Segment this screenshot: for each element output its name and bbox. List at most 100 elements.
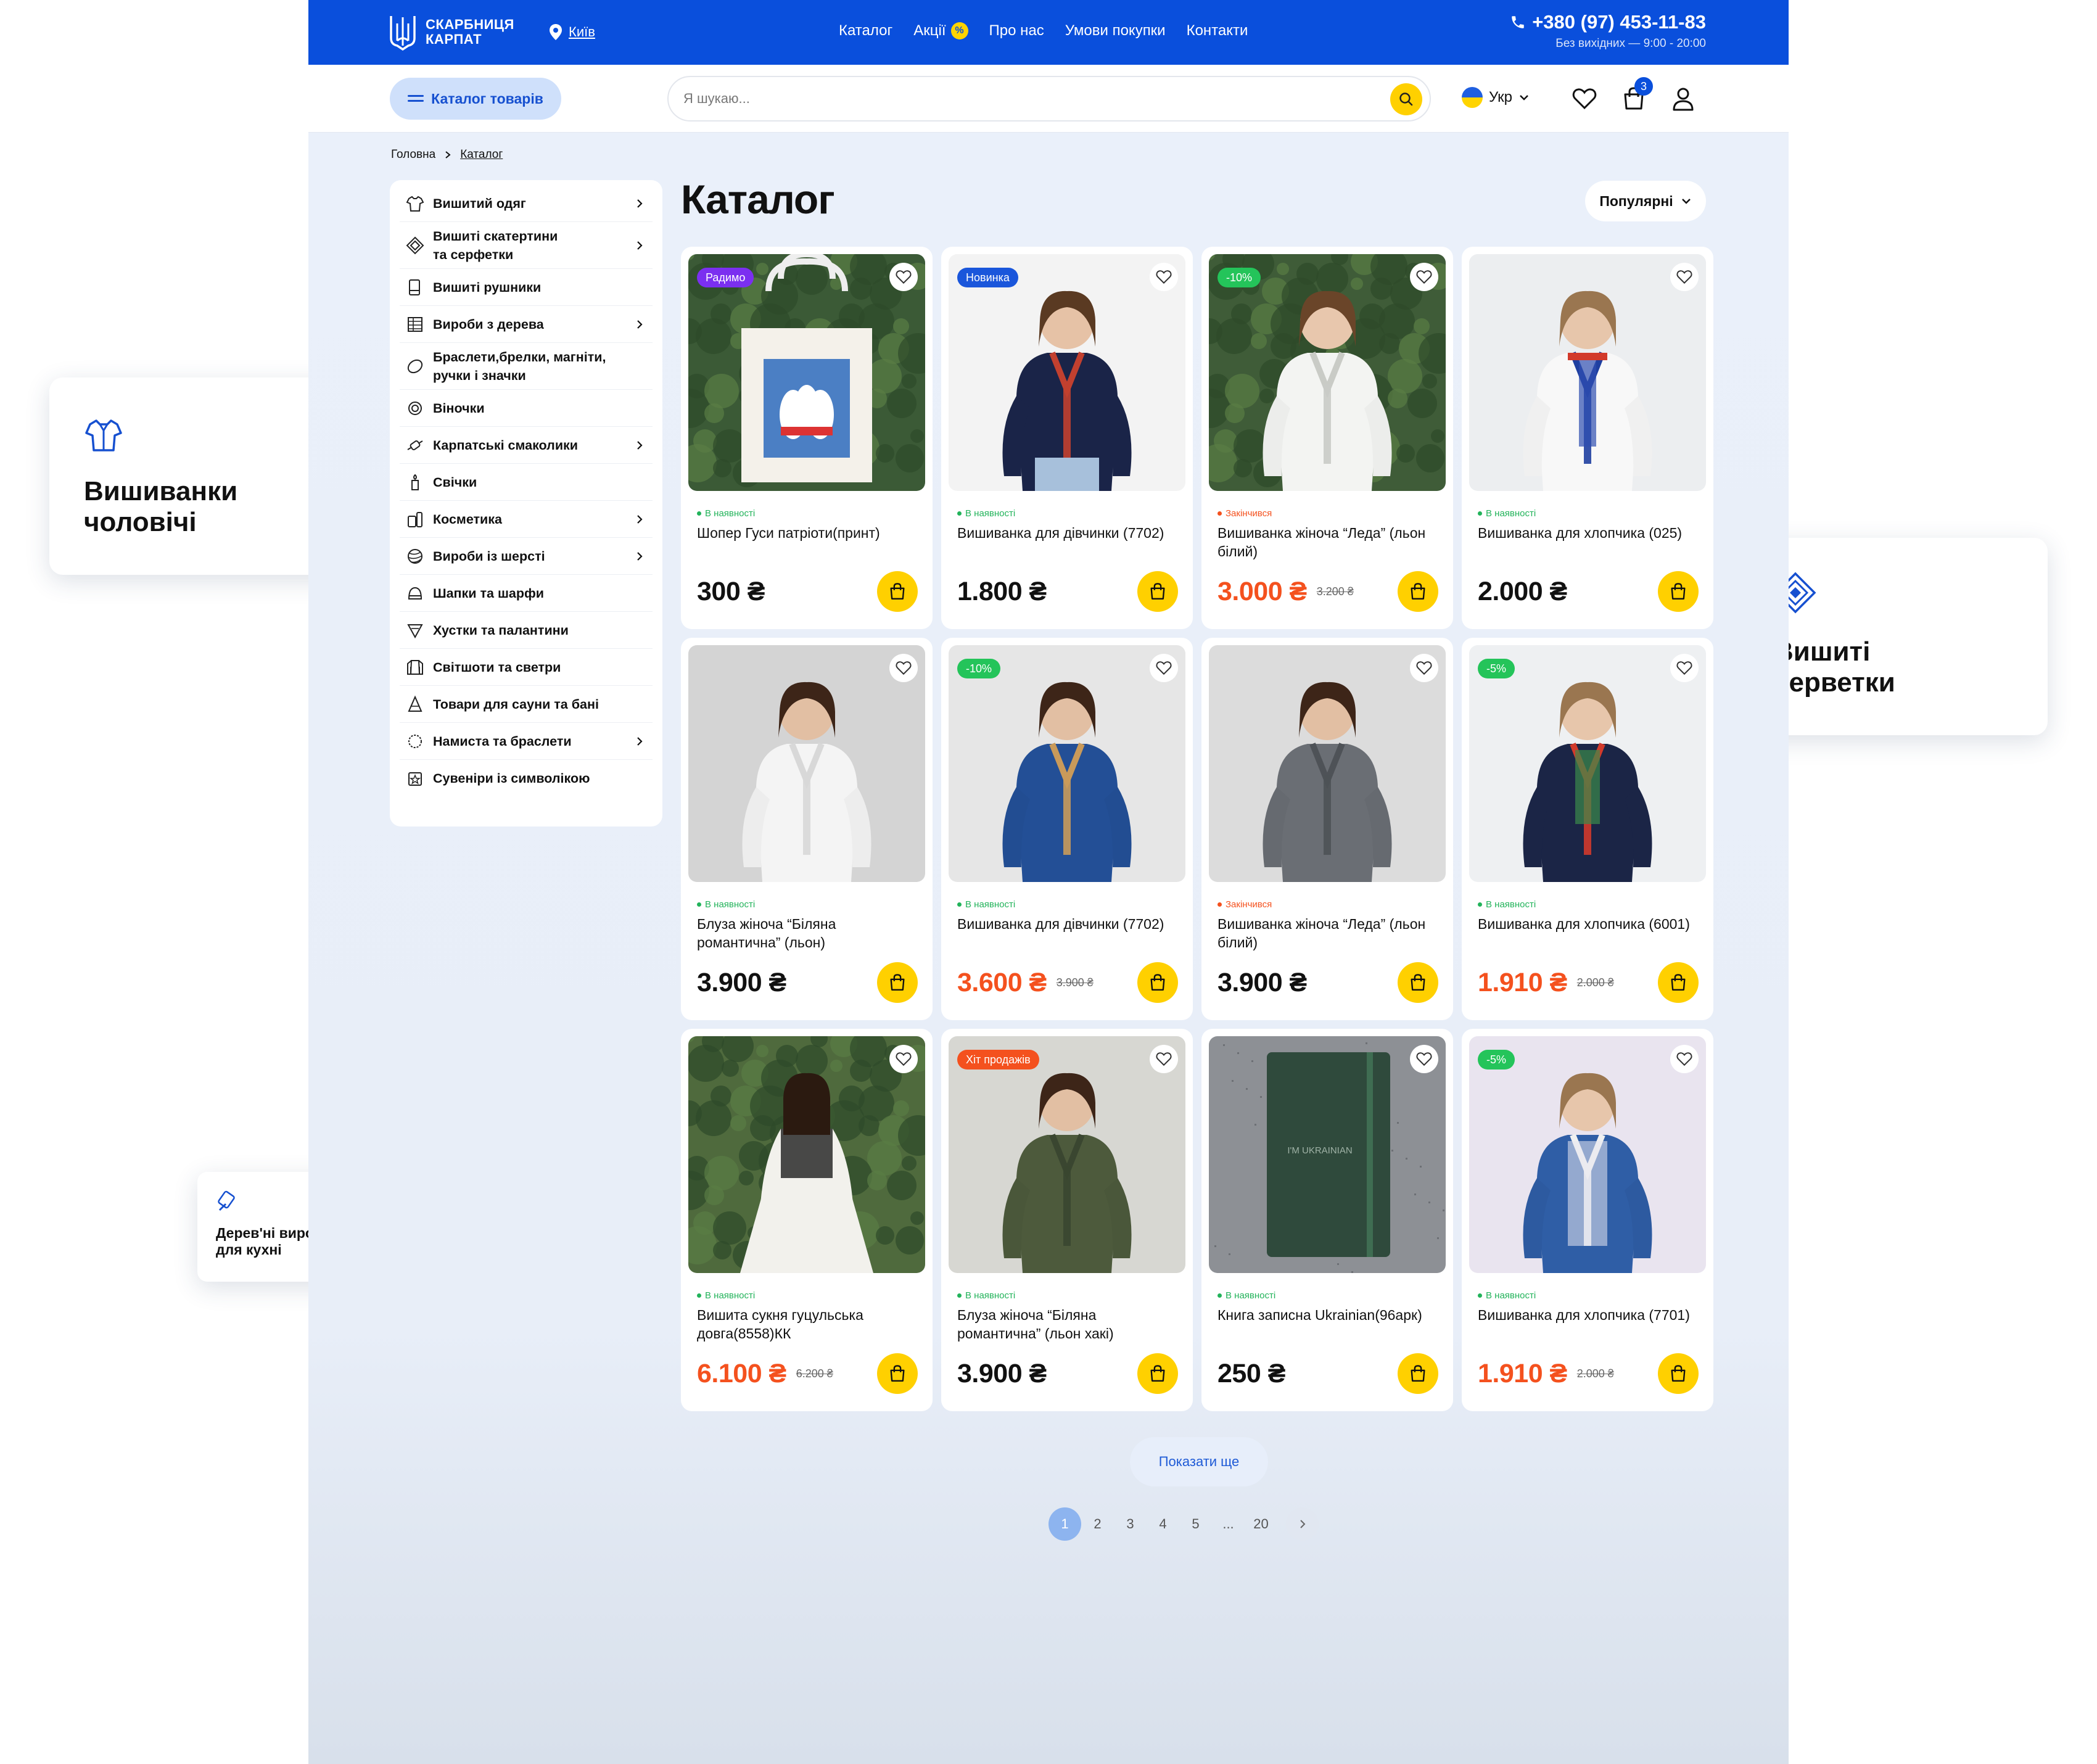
product-name[interactable]: Блуза жіноча “Біляна романтична” (льон х… (957, 1306, 1177, 1343)
nav-terms[interactable]: Умови покупки (1065, 22, 1166, 39)
sidebar-item[interactable]: Косметика (400, 501, 653, 538)
nav-catalog[interactable]: Каталог (839, 22, 892, 39)
add-to-wishlist-button[interactable] (889, 1045, 918, 1073)
add-to-wishlist-button[interactable] (889, 654, 918, 682)
add-to-cart-button[interactable] (1137, 571, 1178, 612)
page-button[interactable]: 3 (1114, 1507, 1147, 1541)
product-card[interactable]: В наявності Блуза жіноча “Біляна романтич… (681, 638, 933, 1020)
product-name[interactable]: Вишиванка для хлопчика (7701) (1478, 1306, 1697, 1343)
product-name[interactable]: Вишиванка жіноча “Леда” (льон білий) (1217, 915, 1437, 952)
phone-link[interactable]: +380 (97) 453-11-83 (1510, 11, 1706, 33)
add-to-cart-button[interactable] (1137, 962, 1178, 1003)
sidebar-item[interactable]: Свічки (400, 464, 653, 501)
product-card[interactable]: -5% В наявності Вишиванка для хлопчика (60… (1462, 638, 1713, 1020)
search-input[interactable] (683, 77, 1362, 120)
language-selector[interactable]: Укр (1462, 87, 1530, 108)
catalog-menu-button[interactable]: Каталог товарів (390, 78, 561, 120)
wishlist-button[interactable] (1570, 84, 1599, 113)
add-to-wishlist-button[interactable] (1670, 263, 1699, 291)
sort-dropdown[interactable]: Популярні (1585, 181, 1706, 221)
sidebar-item[interactable]: Шапки та шарфи (400, 575, 653, 612)
page-button[interactable]: 4 (1147, 1507, 1179, 1541)
product-image[interactable] (1209, 645, 1446, 882)
sidebar-item[interactable]: Світшоти та светри (400, 649, 653, 686)
product-image[interactable]: -10% (949, 645, 1185, 882)
breadcrumb-current[interactable]: Каталог (460, 148, 503, 162)
page-button[interactable]: 5 (1179, 1507, 1212, 1541)
add-to-wishlist-button[interactable] (1410, 1045, 1438, 1073)
show-more-button[interactable]: Показати ще (1130, 1437, 1268, 1486)
product-name[interactable]: Шопер Гуси патріоти(принт) (697, 524, 917, 561)
nav-contacts[interactable]: Контакти (1187, 22, 1248, 39)
product-card[interactable]: Новинка В наявності Вишиванка для дівчинки… (941, 247, 1193, 629)
product-card[interactable]: В наявності Вишита сукня гуцульська довга… (681, 1029, 933, 1411)
sidebar-item[interactable]: Намиста та браслети (400, 723, 653, 760)
product-name[interactable]: Вишиванка жіноча “Леда” (льон білий) (1217, 524, 1437, 561)
sidebar-item[interactable]: Карпатські смаколики (400, 427, 653, 464)
sidebar-item[interactable]: Вишиті рушники (400, 269, 653, 306)
product-image[interactable]: Радимо (688, 254, 925, 491)
add-to-wishlist-button[interactable] (1410, 263, 1438, 291)
sidebar-item[interactable]: Браслети,брелки, магніти, ручки і значки (400, 343, 653, 390)
product-card[interactable]: -5% В наявності Вишиванка для хлопчика (77… (1462, 1029, 1713, 1411)
add-to-wishlist-button[interactable] (1150, 263, 1178, 291)
add-to-wishlist-button[interactable] (1670, 1045, 1699, 1073)
product-image[interactable] (1469, 254, 1706, 491)
add-to-cart-button[interactable] (877, 1353, 918, 1394)
breadcrumb-home[interactable]: Головна (391, 148, 435, 162)
product-image[interactable] (688, 645, 925, 882)
product-name[interactable]: Блуза жіноча “Біляна романтична” (льон) (697, 915, 917, 952)
add-to-cart-button[interactable] (1137, 1353, 1178, 1394)
add-to-cart-button[interactable] (1658, 962, 1699, 1003)
add-to-cart-button[interactable] (1398, 962, 1438, 1003)
add-to-wishlist-button[interactable] (1150, 654, 1178, 682)
product-card[interactable]: В наявності Вишиванка для хлопчика (025) 2… (1462, 247, 1713, 629)
sidebar-item[interactable]: Товари для сауни та бані (400, 686, 653, 723)
sidebar-item[interactable]: Віночки (400, 390, 653, 427)
sidebar-item[interactable]: Вироби із шерсті (400, 538, 653, 575)
cart-button[interactable]: 3 (1620, 77, 1653, 113)
nav-promotions[interactable]: Акції% (913, 22, 968, 39)
account-button[interactable] (1669, 84, 1697, 113)
product-image[interactable] (688, 1036, 925, 1273)
product-name[interactable]: Книга записна Ukrainian(96арк) (1217, 1306, 1437, 1343)
add-to-cart-button[interactable] (1398, 1353, 1438, 1394)
product-card[interactable]: Хіт продажів В наявності Блуза жіноча “Біл… (941, 1029, 1193, 1411)
product-name[interactable]: Вишиванка для дівчинки (7702) (957, 524, 1177, 561)
product-name[interactable]: Вишита сукня гуцульська довга(8558)КК (697, 1306, 917, 1343)
add-to-wishlist-button[interactable] (1670, 654, 1699, 682)
product-card[interactable]: I'M UKRAINIAN В наявності Книга записна Uk… (1201, 1029, 1453, 1411)
product-name[interactable]: Вишиванка для дівчинки (7702) (957, 915, 1177, 952)
next-page-button[interactable] (1286, 1507, 1319, 1541)
product-image[interactable]: -5% (1469, 645, 1706, 882)
page-button[interactable]: 20 (1245, 1507, 1277, 1541)
product-card[interactable]: Радимо В наявності Шопер Гуси патріоти(при… (681, 247, 933, 629)
product-card[interactable]: -10% Закінчився Вишиванка жіноча “Леда” (л… (1201, 247, 1453, 629)
product-image[interactable]: -5% (1469, 1036, 1706, 1273)
logo[interactable]: СКАРБНИЦЯ КАРПАТ (389, 14, 514, 51)
product-name[interactable]: Вишиванка для хлопчика (025) (1478, 524, 1697, 561)
page-button[interactable]: 2 (1081, 1507, 1114, 1541)
sidebar-item[interactable]: Вироби з дерева (400, 306, 653, 343)
add-to-cart-button[interactable] (1658, 571, 1699, 612)
product-image[interactable]: Хіт продажів (949, 1036, 1185, 1273)
product-image[interactable]: Новинка (949, 254, 1185, 491)
city-selector[interactable]: Київ (549, 23, 595, 41)
nav-about[interactable]: Про нас (989, 22, 1044, 39)
add-to-cart-button[interactable] (1398, 571, 1438, 612)
add-to-wishlist-button[interactable] (889, 263, 918, 291)
search-button[interactable] (1390, 83, 1422, 115)
add-to-cart-button[interactable] (877, 571, 918, 612)
page-button[interactable]: 1 (1048, 1507, 1081, 1541)
sidebar-item[interactable]: Сувеніри із символікою (400, 760, 653, 797)
product-card[interactable]: -10% В наявності Вишиванка для дівчинки (7… (941, 638, 1193, 1020)
product-name[interactable]: Вишиванка для хлопчика (6001) (1478, 915, 1697, 952)
sidebar-item[interactable]: Вишитий одяг (400, 185, 653, 222)
add-to-cart-button[interactable] (877, 962, 918, 1003)
add-to-wishlist-button[interactable] (1150, 1045, 1178, 1073)
product-image[interactable]: I'M UKRAINIAN (1209, 1036, 1446, 1273)
add-to-wishlist-button[interactable] (1410, 654, 1438, 682)
sidebar-item[interactable]: Вишиті скатертини та серфетки (400, 222, 653, 269)
product-card[interactable]: Закінчився Вишиванка жіноча “Леда” (льон … (1201, 638, 1453, 1020)
add-to-cart-button[interactable] (1658, 1353, 1699, 1394)
